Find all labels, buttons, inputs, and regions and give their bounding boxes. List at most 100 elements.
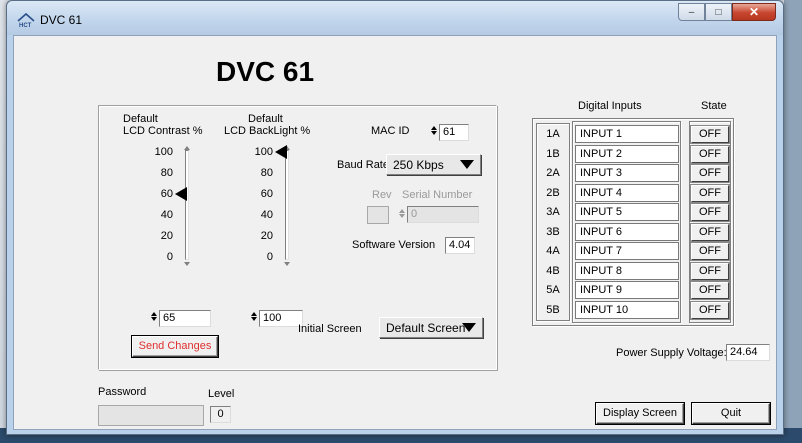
slider-tick: 60 (260, 188, 273, 200)
slider-thumb[interactable] (175, 187, 187, 201)
digital-input-id: 2A (546, 167, 560, 179)
chevron-down-icon (460, 160, 474, 169)
client-area: DVC 61 Default LCD Contrast % Default LC… (13, 35, 777, 430)
mac-id-field[interactable]: 61 (439, 124, 469, 141)
maximize-button[interactable]: □ (705, 3, 732, 21)
backlight-spinner-icon[interactable] (251, 311, 258, 325)
digital-input-state-button[interactable]: OFF (691, 184, 729, 202)
send-changes-button[interactable]: Send Changes (132, 336, 218, 357)
mac-id-label: MAC ID (371, 125, 410, 137)
digital-input-name-field[interactable]: INPUT 3 (575, 164, 679, 182)
settings-group: Default LCD Contrast % Default LCD BackL… (98, 105, 497, 370)
digital-inputs-header: Digital Inputs (578, 100, 642, 112)
window-title: DVC 61 (40, 13, 83, 27)
rev-label: Rev (372, 189, 392, 201)
digital-input-id: 1A (546, 128, 560, 140)
digital-input-state-button[interactable]: OFF (691, 223, 729, 241)
digital-input-name-field[interactable]: INPUT 7 (575, 242, 679, 260)
slider-tick: 40 (260, 209, 273, 221)
digital-input-state-button[interactable]: OFF (691, 204, 729, 221)
digital-input-name-field[interactable]: INPUT 8 (575, 261, 679, 280)
digital-input-name-field[interactable]: INPUT 10 (575, 300, 679, 319)
slider-thumb[interactable] (275, 145, 287, 159)
quit-button[interactable]: Quit (692, 403, 770, 424)
svg-text:HCT: HCT (19, 23, 32, 28)
title-bar[interactable]: HCT DVC 61 – □ ✕ (7, 1, 783, 35)
state-header: State (701, 100, 727, 112)
serial-number-field: 0 (407, 206, 479, 223)
level-label: Level (208, 388, 235, 400)
digital-input-id: 4B (546, 264, 560, 277)
digital-input-name-field[interactable]: INPUT 2 (575, 144, 679, 163)
power-supply-label: Power Supply Voltage: (616, 347, 727, 359)
close-icon: ✕ (748, 5, 760, 19)
baud-rate-select[interactable]: 250 Kbps (386, 154, 481, 175)
digital-input-name-field[interactable]: INPUT 1 (575, 125, 679, 143)
level-field: 0 (210, 406, 231, 423)
digital-input-state-button[interactable]: OFF (691, 262, 729, 280)
initial-screen-value: Default Screen (386, 321, 466, 335)
contrast-value-field[interactable]: 65 (159, 310, 211, 327)
desktop-edge (784, 0, 802, 443)
slider-tick: 0 (266, 251, 273, 263)
digital-input-id: 4A (546, 245, 560, 257)
backlight-slider[interactable]: 100 80 60 40 20 0 (239, 145, 299, 270)
slider-track (185, 150, 189, 260)
digital-input-state-button[interactable]: OFF (691, 145, 729, 163)
digital-input-id: 3B (546, 225, 560, 238)
backlight-label-line2: LCD BackLight % (224, 125, 311, 137)
digital-input-id: 3A (546, 206, 560, 218)
software-version-label: Software Version (352, 239, 436, 251)
digital-input-state-button[interactable]: OFF (691, 282, 729, 299)
maximize-icon: □ (715, 6, 722, 18)
mac-id-spinner-icon[interactable] (431, 125, 438, 139)
digital-input-state-button[interactable]: OFF (691, 243, 729, 260)
digital-input-name-field[interactable]: INPUT 4 (575, 183, 679, 202)
app-window: HCT DVC 61 – □ ✕ DVC 61 Default LCD Cont… (6, 0, 784, 435)
digital-input-id: 5A (546, 284, 560, 296)
slider-tick: 100 (254, 146, 273, 158)
serial-number-label: Serial Number (402, 189, 473, 201)
software-version-field: 4.04 (445, 237, 475, 254)
digital-input-state-button[interactable]: OFF (691, 165, 729, 182)
contrast-label-line1: Default (123, 113, 158, 125)
digital-input-name-field[interactable]: INPUT 6 (575, 222, 679, 241)
slider-tick: 20 (260, 230, 273, 242)
power-supply-field: 24.64 (726, 344, 770, 361)
page-title: DVC 61 (216, 56, 315, 87)
password-label: Password (98, 386, 147, 398)
digital-input-state-button[interactable]: OFF (691, 301, 729, 319)
backlight-label-line1: Default (248, 113, 283, 125)
slider-tick: 40 (160, 209, 173, 221)
slider-tick: 80 (260, 167, 273, 179)
initial-screen-label: Initial Screen (298, 323, 362, 335)
baud-rate-label: Baud Rate (337, 159, 389, 171)
window-controls: – □ ✕ (678, 3, 776, 21)
digital-input-id: 1B (546, 147, 560, 160)
digital-input-name-field[interactable]: INPUT 9 (575, 281, 679, 299)
digital-input-id: 5B (546, 303, 560, 316)
slider-track (285, 150, 289, 260)
initial-screen-select[interactable]: Default Screen (379, 317, 483, 338)
slider-tick: 60 (160, 188, 173, 200)
slider-down-arrow-icon (284, 262, 290, 266)
rev-field (367, 206, 389, 224)
minimize-button[interactable]: – (678, 3, 705, 21)
contrast-spinner-icon[interactable] (151, 311, 158, 325)
display-screen-button[interactable]: Display Screen (596, 403, 684, 424)
serial-number-spinner-icon (399, 208, 406, 222)
close-button[interactable]: ✕ (732, 3, 776, 21)
chevron-down-icon (462, 323, 476, 332)
slider-down-arrow-icon (184, 262, 190, 266)
digital-input-id: 2B (546, 186, 560, 199)
contrast-slider[interactable]: 100 80 60 40 20 0 (139, 146, 199, 270)
digital-input-name-field[interactable]: INPUT 5 (575, 203, 679, 221)
digital-input-state-button[interactable]: OFF (691, 126, 729, 143)
baud-rate-value: 250 Kbps (393, 158, 444, 172)
password-field[interactable] (98, 405, 204, 426)
backlight-value-field[interactable]: 100 (259, 310, 303, 327)
slider-tick: 100 (154, 146, 173, 158)
contrast-label-line2: LCD Contrast % (123, 125, 203, 137)
app-logo-icon: HCT (17, 12, 35, 28)
slider-tick: 0 (166, 251, 173, 263)
